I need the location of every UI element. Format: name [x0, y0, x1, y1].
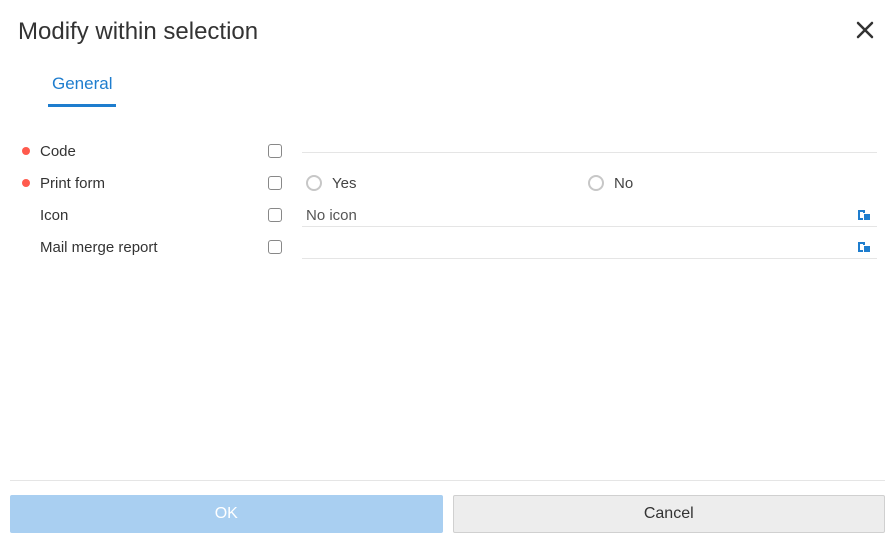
close-button[interactable] [853, 18, 877, 42]
dialog-header: Modify within selection [0, 0, 895, 46]
enable-checkbox-print-form[interactable] [268, 176, 282, 190]
tab-bar: General [48, 66, 895, 107]
dialog-footer: OK Cancel [10, 480, 885, 547]
label-print-form: Print form [40, 175, 105, 192]
value-icon[interactable]: No icon [302, 205, 877, 225]
cancel-button[interactable]: Cancel [453, 495, 886, 533]
radio-circle-icon [588, 175, 604, 191]
radio-label-no: No [614, 175, 633, 192]
label-mail-merge: Mail merge report [40, 239, 158, 256]
radio-print-form-yes[interactable]: Yes [306, 175, 588, 192]
radio-print-form-no[interactable]: No [588, 175, 633, 192]
radio-label-yes: Yes [332, 175, 356, 192]
dialog-title: Modify within selection [18, 18, 258, 46]
enable-checkbox-mail-merge[interactable] [268, 240, 282, 254]
open-picker-icon [855, 239, 871, 255]
required-dot [22, 147, 30, 155]
close-icon [856, 21, 874, 39]
value-print-form: Yes No [302, 175, 877, 192]
radio-circle-icon [306, 175, 322, 191]
open-picker-icon [855, 207, 871, 223]
row-mail-merge: Mail merge report [22, 231, 877, 263]
icon-picker-button[interactable] [853, 205, 873, 225]
label-code: Code [40, 143, 76, 160]
row-code: Code [22, 135, 877, 167]
required-dot [22, 179, 30, 187]
enable-checkbox-icon[interactable] [268, 208, 282, 222]
enable-checkbox-code[interactable] [268, 144, 282, 158]
icon-value-text: No icon [306, 207, 853, 224]
value-mail-merge[interactable] [302, 237, 877, 257]
form-area: Code Print form Yes [0, 107, 895, 480]
ok-button[interactable]: OK [10, 495, 443, 533]
mail-merge-picker-button[interactable] [853, 237, 873, 257]
label-icon: Icon [40, 207, 68, 224]
tab-general[interactable]: General [48, 66, 116, 107]
modify-within-selection-dialog: Modify within selection General Code [0, 0, 895, 547]
row-print-form: Print form Yes No [22, 167, 877, 199]
row-icon: Icon No icon [22, 199, 877, 231]
